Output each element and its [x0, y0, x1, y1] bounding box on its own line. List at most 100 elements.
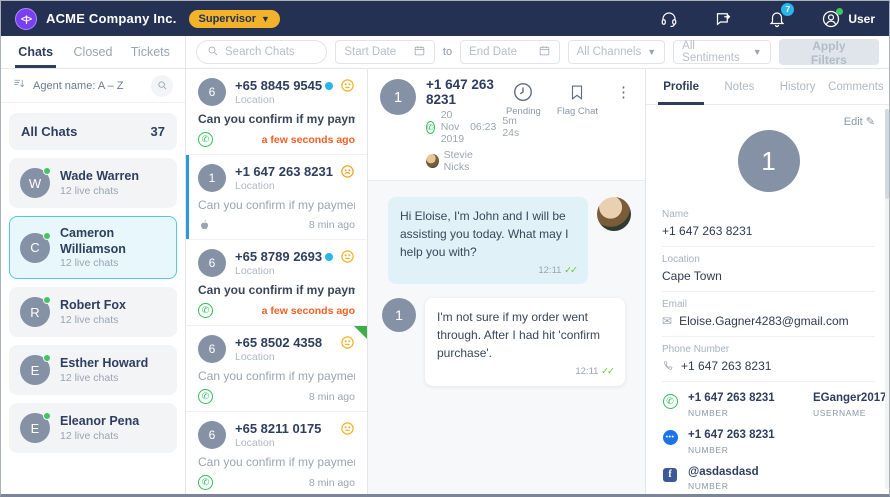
tab-comments[interactable]: Comments: [827, 69, 885, 104]
assigned-agent-name: Stevie Nicks: [444, 149, 496, 173]
tab-history[interactable]: History: [769, 69, 827, 104]
channels-select[interactable]: All Channels ▼: [568, 40, 666, 64]
chat-phone-number: +65 8502 4358: [235, 335, 322, 350]
user-menu[interactable]: User: [821, 9, 875, 29]
facebook-icon: f: [663, 468, 677, 482]
chat-list-item[interactable]: 6 +65 8845 9545 Location Can you confirm…: [186, 69, 367, 155]
start-date-input[interactable]: Start Date: [335, 40, 435, 64]
company-logo-icon: <|>: [15, 8, 37, 30]
chat-list-item[interactable]: 6 +65 8789 2693 Location Can you confirm…: [186, 240, 367, 326]
chat-timestamp: 8 min ago: [309, 477, 355, 489]
agent-sort-label[interactable]: Agent name: A – Z: [33, 80, 124, 92]
customer-message: 1 I'm not sure if my order went through.…: [382, 298, 631, 385]
chat-preview: Can you confirm if my payment went...: [198, 198, 355, 212]
apply-filters-button[interactable]: Apply Filters: [779, 39, 879, 65]
online-status-dot: [43, 232, 51, 240]
agent-item-wade-warren[interactable]: W Wade Warren 12 live chats: [9, 158, 177, 208]
tab-closed[interactable]: Closed: [64, 36, 121, 68]
calendar-icon: [538, 44, 551, 60]
tab-notes[interactable]: Notes: [710, 69, 768, 104]
channel-row-messenger: ••• +1 647 263 8231NUMBER: [662, 429, 875, 455]
edit-profile-button[interactable]: Edit ✎: [844, 115, 875, 128]
role-selector[interactable]: Supervisor ▼: [189, 10, 280, 28]
agent-item-esther-howard[interactable]: E Esther Howard 12 live chats: [9, 345, 177, 395]
user-avatar-icon: [821, 9, 841, 29]
agent-name: Robert Fox: [60, 298, 126, 314]
chat-list-item[interactable]: 6 +65 8502 4358 Location Can you confirm…: [186, 326, 367, 412]
flag-chat-button[interactable]: Flag Chat: [557, 81, 598, 117]
app-window: <|> ACME Company Inc. Supervisor ▼ 7: [0, 0, 890, 497]
headset-icon[interactable]: [659, 9, 679, 29]
chat-location-label: Location: [235, 351, 355, 363]
message-time: 12:11: [538, 265, 561, 276]
conversation-title: +1 647 263 8231: [426, 77, 496, 107]
agent-live-chats: 12 live chats: [60, 314, 126, 326]
messages-area: Hi Eloise, I'm John and I will be assist…: [368, 181, 645, 497]
date-range-to-label: to: [443, 46, 452, 58]
agent-search-button[interactable]: [151, 75, 173, 97]
pencil-icon: ✎: [866, 116, 875, 128]
agent-item-eleanor-pena[interactable]: E Eleanor Pena 12 live chats: [9, 403, 177, 453]
chat-list-item-selected[interactable]: 1 +1 647 263 8231 Location Can you confi…: [186, 155, 367, 240]
whatsapp-channel-icon: ✆: [198, 132, 213, 147]
scrollbar[interactable]: [885, 109, 889, 489]
online-status-dot: [43, 167, 51, 175]
pending-button[interactable]: Pending: [506, 81, 541, 117]
filter-bar: Chats Closed Tickets Search Chats Start …: [1, 36, 889, 69]
whatsapp-channel-icon: ✆: [198, 389, 213, 404]
chat-preview: Can you confirm if my payment went...: [198, 455, 355, 469]
agent-live-chats: 12 live chats: [60, 372, 148, 384]
sentiments-select[interactable]: All Sentiments ▼: [673, 40, 771, 64]
message-time: 12:11: [575, 366, 598, 377]
start-date-placeholder: Start Date: [344, 46, 396, 58]
avatar: R: [20, 297, 50, 327]
all-chats-item[interactable]: All Chats 37: [9, 113, 177, 150]
message-text: Hi Eloise, I'm John and I will be assist…: [400, 209, 569, 259]
tab-profile[interactable]: Profile: [652, 69, 710, 104]
notifications-bell-icon[interactable]: 7: [767, 9, 787, 29]
online-status-dot: [836, 8, 843, 15]
chat-list-item[interactable]: 6 +65 8211 0175 Location Can you confirm…: [186, 412, 367, 497]
agent-live-chats: 12 live chats: [60, 257, 166, 269]
chat-timestamp: 8 min ago: [309, 391, 355, 403]
chat-location-label: Location: [235, 265, 355, 277]
search-icon: [207, 45, 219, 60]
more-options-icon[interactable]: ⋮: [614, 81, 633, 104]
end-date-input[interactable]: End Date: [460, 40, 560, 64]
chat-preview: Can you confirm if my payment wen...: [198, 283, 355, 297]
conversation-date: 20 Nov 2019: [441, 109, 464, 145]
avatar: 6: [198, 335, 226, 363]
search-chats-input[interactable]: Search Chats: [196, 40, 327, 64]
user-label: User: [848, 12, 875, 26]
chevron-down-icon: ▼: [753, 47, 762, 57]
end-date-placeholder: End Date: [469, 46, 517, 58]
chevron-down-icon: ▼: [647, 47, 656, 57]
chat-location-label: Location: [235, 437, 355, 449]
tab-tickets[interactable]: Tickets: [122, 36, 179, 68]
tab-chats[interactable]: Chats: [7, 36, 64, 68]
profile-panel: Profile Notes History Comments Edit ✎ 1 …: [646, 69, 890, 497]
sentiment-neutral-icon: [340, 249, 355, 264]
avatar: E: [20, 413, 50, 443]
chat-phone-number: +65 8789 2693: [235, 249, 322, 264]
chat-phone-number: +65 8211 0175: [235, 421, 321, 436]
transfer-chat-icon[interactable]: [713, 9, 733, 29]
chat-header: 1 +1 647 263 8231 ✆ 20 Nov 2019 06:23 5m…: [368, 69, 645, 181]
all-chats-label: All Chats: [21, 124, 77, 139]
search-placeholder: Search Chats: [225, 46, 295, 58]
messenger-icon: •••: [663, 430, 678, 445]
chat-timestamp: a few seconds ago: [262, 134, 355, 146]
company-name: ACME Company Inc.: [46, 11, 177, 26]
agent-name: Wade Warren: [60, 169, 139, 185]
sentiments-value: All Sentiments: [682, 40, 753, 64]
avatar: 6: [198, 78, 226, 106]
notification-count-badge: 7: [781, 3, 794, 16]
agent-item-robert-fox[interactable]: R Robert Fox 12 live chats: [9, 287, 177, 337]
whatsapp-icon: ✆: [663, 394, 678, 409]
agent-item-cameron-williamson[interactable]: C Cameron Williamson 12 live chats: [9, 216, 177, 279]
sentiment-neutral-icon: [340, 335, 355, 350]
agent-live-chats: 12 live chats: [60, 185, 139, 197]
sort-icon[interactable]: [13, 77, 26, 95]
email-icon: ✉: [662, 314, 672, 328]
agents-sidebar: Agent name: A – Z All Chats 37 W Wade Wa…: [1, 69, 186, 497]
